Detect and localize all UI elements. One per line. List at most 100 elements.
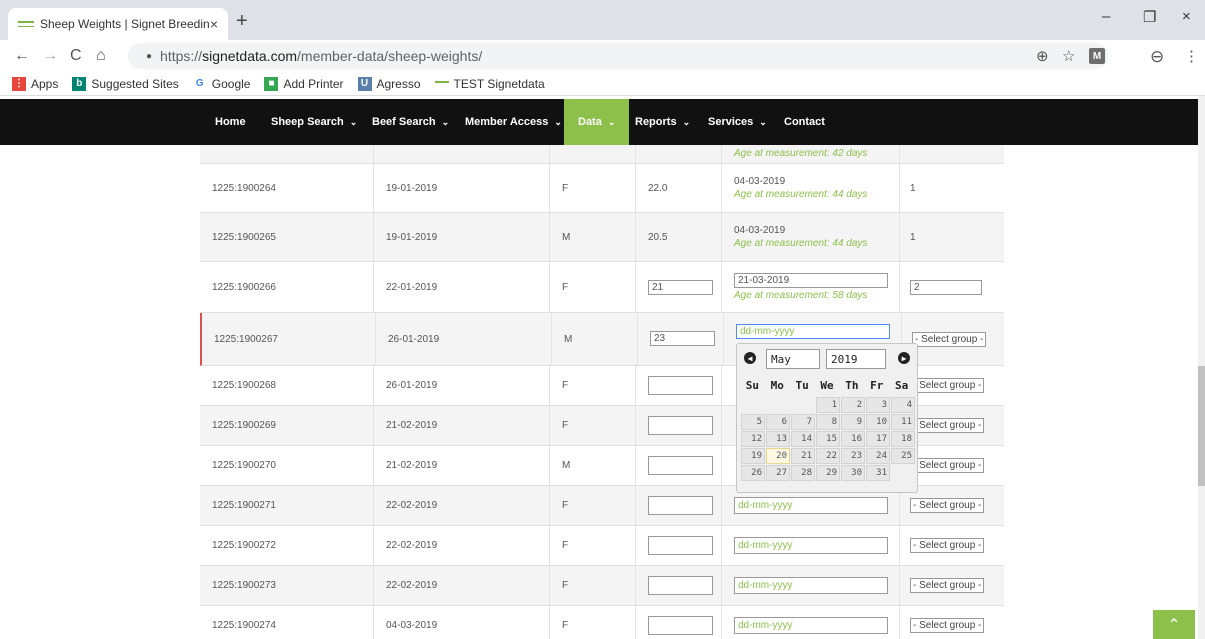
calendar-day[interactable]: 12 (741, 431, 765, 447)
group-select[interactable]: - Select group - (910, 618, 984, 633)
calendar-day[interactable]: 23 (841, 448, 865, 464)
calendar-day[interactable]: 2 (841, 397, 865, 413)
weight-input[interactable] (648, 376, 713, 395)
calendar-day[interactable]: 19 (741, 448, 765, 464)
calendar-day[interactable]: 1 (816, 397, 840, 413)
calendar-day[interactable]: 24 (866, 448, 890, 464)
back-to-top-button[interactable]: ⌃ (1153, 610, 1195, 639)
group-input[interactable]: 2 (910, 279, 982, 295)
calendar-day[interactable]: 14 (791, 431, 815, 447)
next-month-icon[interactable]: ▶ (898, 352, 910, 364)
calendar-blank (741, 397, 765, 413)
bookmark-agresso[interactable]: U Agresso (357, 76, 421, 91)
weight-input[interactable] (648, 616, 713, 635)
scrollbar-thumb[interactable] (1198, 366, 1205, 486)
browser-tab[interactable]: Sheep Weights | Signet Breeding × (8, 8, 228, 40)
bookmark-google[interactable]: G Google (192, 76, 250, 91)
bookmark-label: TEST Signetdata (453, 76, 545, 91)
minimize-button[interactable]: – (1102, 8, 1110, 25)
weight-input[interactable] (648, 496, 713, 515)
calendar-day[interactable]: 11 (891, 414, 915, 430)
weight-input[interactable]: 23 (650, 331, 715, 346)
weight-input[interactable] (648, 536, 713, 555)
nav-contact[interactable]: Contact (784, 99, 825, 145)
home-button[interactable]: ⌂ (96, 47, 106, 65)
calendar-day[interactable]: 28 (791, 465, 815, 481)
calendar-day[interactable]: 15 (816, 431, 840, 447)
calendar-day[interactable]: 26 (741, 465, 765, 481)
calendar-day[interactable]: 25 (891, 448, 915, 464)
calendar-day[interactable]: 31 (866, 465, 890, 481)
measurement-date-input[interactable]: dd-mm-yyyy (734, 617, 888, 634)
calendar-day[interactable]: 8 (816, 414, 840, 430)
address-bar[interactable]: ● https:// signetdata.com /member-data/s… (128, 43, 1108, 69)
prev-month-icon[interactable]: ◀ (744, 352, 756, 364)
calendar-day[interactable]: 29 (816, 465, 840, 481)
measurement-date-input[interactable]: dd-mm-yyyy (734, 537, 888, 554)
extension-icon[interactable]: M (1089, 48, 1105, 64)
calendar-day[interactable]: 7 (791, 414, 815, 430)
calendar-day[interactable]: 10 (866, 414, 890, 430)
zoom-icon[interactable]: ⊕ (1036, 47, 1049, 65)
new-tab-button[interactable]: + (236, 10, 248, 33)
profile-icon[interactable]: ⊖ (1150, 47, 1164, 67)
year-select[interactable]: 2019 (826, 349, 886, 369)
tab-close-icon[interactable]: × (210, 16, 218, 32)
bookmark-add-printer[interactable]: ■ Add Printer (264, 76, 344, 91)
measurement-date-input[interactable]: 21-03-2019 (734, 273, 888, 288)
sex: F (550, 486, 636, 525)
bookmark-suggested-sites[interactable]: b Suggested Sites (72, 76, 179, 91)
bookmark-test-signetdata[interactable]: TEST Signetdata (434, 76, 545, 91)
calendar-day[interactable]: 22 (816, 448, 840, 464)
nav-beef-search[interactable]: Beef Search ⌄ (372, 99, 449, 145)
calendar-day[interactable]: 16 (841, 431, 865, 447)
calendar-day[interactable]: 5 (741, 414, 765, 430)
calendar-day[interactable]: 30 (841, 465, 865, 481)
measurement-date-input[interactable]: dd-mm-yyyy (734, 497, 888, 514)
calendar-day[interactable]: 9 (841, 414, 865, 430)
nav-data[interactable]: Data ⌄ (564, 99, 630, 145)
weight-input[interactable]: 21 (648, 279, 713, 295)
restore-button[interactable]: ❐ (1143, 8, 1156, 26)
calendar-day[interactable]: 6 (766, 414, 790, 430)
nav-sheep-search[interactable]: Sheep Search ⌄ (271, 99, 357, 145)
weight: 20.5 (636, 213, 722, 261)
group-select[interactable]: - Select group - (910, 418, 984, 433)
measurement-date-input[interactable]: dd-mm-yyyy (736, 324, 890, 339)
calendar-day[interactable]: 17 (866, 431, 890, 447)
calendar-day[interactable]: 27 (766, 465, 790, 481)
calendar-day[interactable]: 13 (766, 431, 790, 447)
reload-button[interactable]: C (70, 47, 82, 65)
nav-home[interactable]: Home (215, 99, 246, 145)
weight-input[interactable] (648, 416, 713, 435)
chevron-down-icon: ⌄ (554, 116, 562, 127)
group-select[interactable]: - Select group - (910, 458, 984, 473)
group-select[interactable]: - Select group - (910, 378, 984, 393)
nav-label: Member Access (465, 116, 549, 128)
back-button[interactable]: ← (14, 47, 30, 65)
forward-button[interactable]: → (42, 47, 58, 65)
calendar-day[interactable]: 3 (866, 397, 890, 413)
bookmark-star-icon[interactable]: ☆ (1062, 47, 1075, 65)
measurement-date-input[interactable]: dd-mm-yyyy (734, 577, 888, 594)
calendar-day[interactable]: 18 (891, 431, 915, 447)
nav-reports[interactable]: Reports ⌄ (635, 99, 690, 145)
group-select[interactable]: - Select group - (912, 331, 986, 347)
calendar-day-today[interactable]: 20 (766, 448, 790, 464)
sex: M (550, 213, 636, 261)
nav-services[interactable]: Services ⌄ (708, 99, 767, 145)
browser-menu-icon[interactable]: ⋮ (1184, 47, 1199, 65)
group-select[interactable]: - Select group - (910, 538, 984, 553)
calendar-day[interactable]: 21 (791, 448, 815, 464)
weight-input[interactable] (648, 456, 713, 475)
signet-favicon-icon (18, 21, 34, 27)
calendar-day[interactable]: 4 (891, 397, 915, 413)
weight-input[interactable] (648, 576, 713, 595)
bookmark-apps[interactable]: ⋮ Apps (12, 76, 58, 91)
window-close-button[interactable]: × (1182, 8, 1191, 25)
group-select[interactable]: - Select group - (910, 578, 984, 593)
page-scrollbar[interactable] (1198, 96, 1205, 639)
nav-member-access[interactable]: Member Access ⌄ (465, 99, 562, 145)
month-select[interactable]: May (766, 349, 820, 369)
group-select[interactable]: - Select group - (910, 498, 984, 513)
